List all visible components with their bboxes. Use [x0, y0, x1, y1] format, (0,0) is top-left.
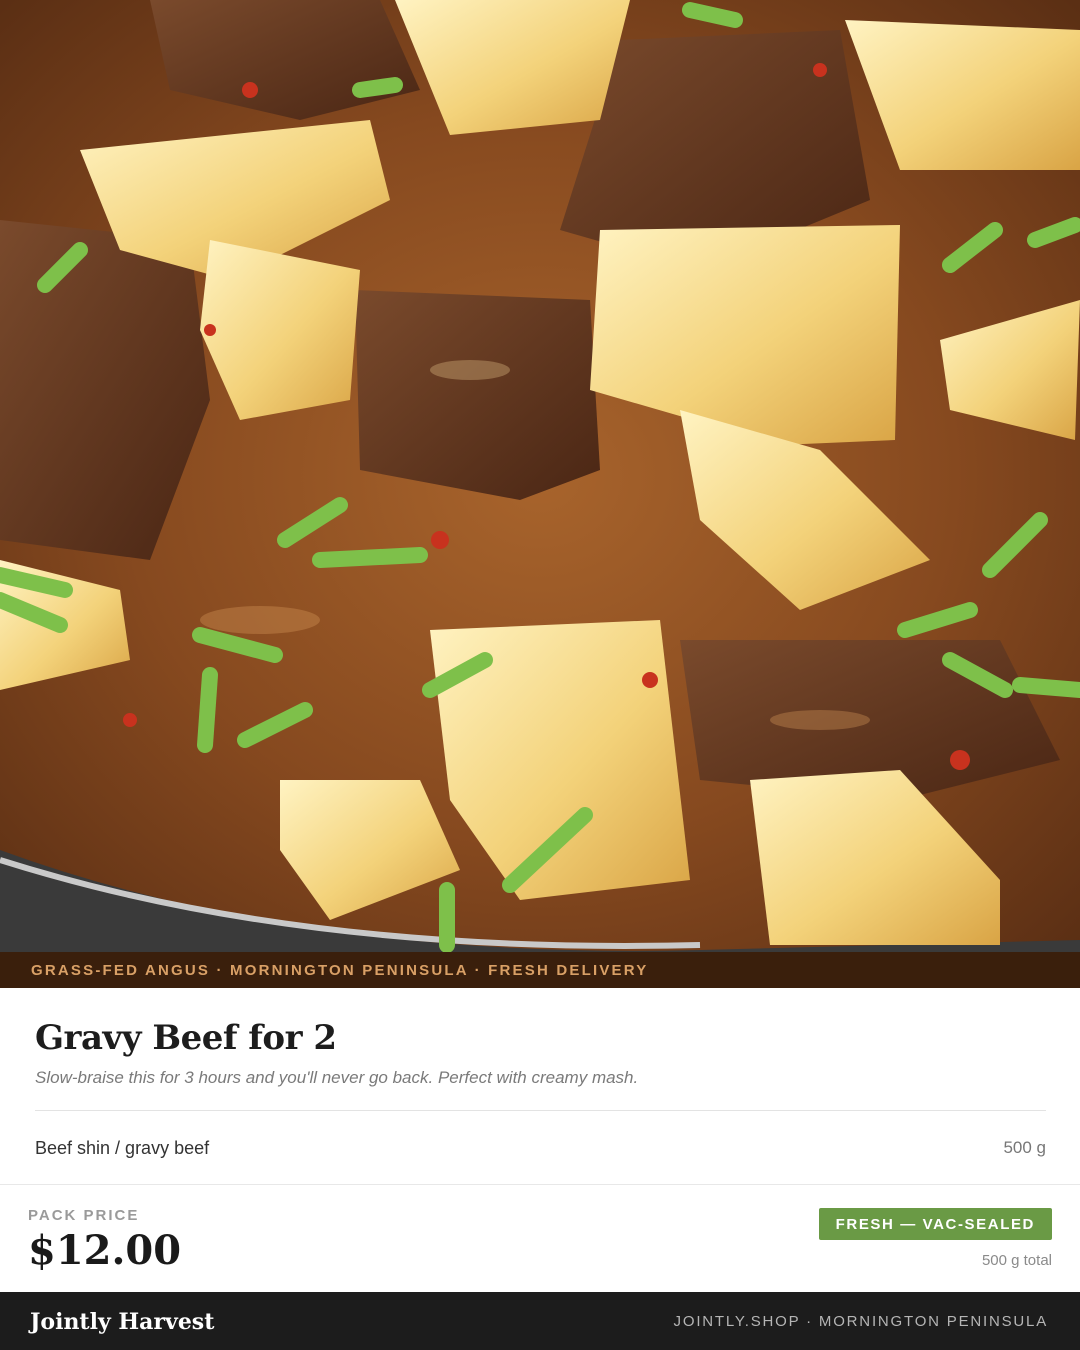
stew-photo — [0, 0, 1080, 952]
item-quantity: 500 g — [1003, 1138, 1046, 1157]
item-name: Beef shin / gravy beef — [35, 1138, 210, 1158]
product-title: Gravy Beef for 2 — [35, 1018, 337, 1058]
total-weight: 500 g total — [981, 1252, 1052, 1269]
footer: Jointly Harvest JOINTLY.SHOP · MORNINGTO… — [0, 1292, 1080, 1350]
tagline-ribbon: GRASS-FED ANGUS · MORNINGTON PENINSULA ·… — [0, 952, 1080, 988]
freshness-badge: FRESH — VAC-SEALED — [818, 1208, 1052, 1240]
product-subtitle: Slow-braise this for 3 hours and you'll … — [35, 1068, 639, 1087]
pack-price: $12.00 — [28, 1227, 182, 1274]
stew-illustration — [0, 0, 1080, 952]
tagline-text: GRASS-FED ANGUS · MORNINGTON PENINSULA ·… — [31, 961, 649, 979]
divider — [35, 1110, 1046, 1111]
site-link[interactable]: JOINTLY.SHOP · MORNINGTON PENINSULA — [674, 1313, 1048, 1330]
brand-logo[interactable]: Jointly Harvest — [30, 1309, 214, 1335]
product-card: Gravy Beef for 2 Slow-braise this for 3 … — [0, 988, 1080, 1184]
price-bar: PACK PRICE $12.00 FRESH — VAC-SEALED 500… — [0, 1184, 1080, 1292]
price-label: PACK PRICE — [28, 1207, 140, 1224]
